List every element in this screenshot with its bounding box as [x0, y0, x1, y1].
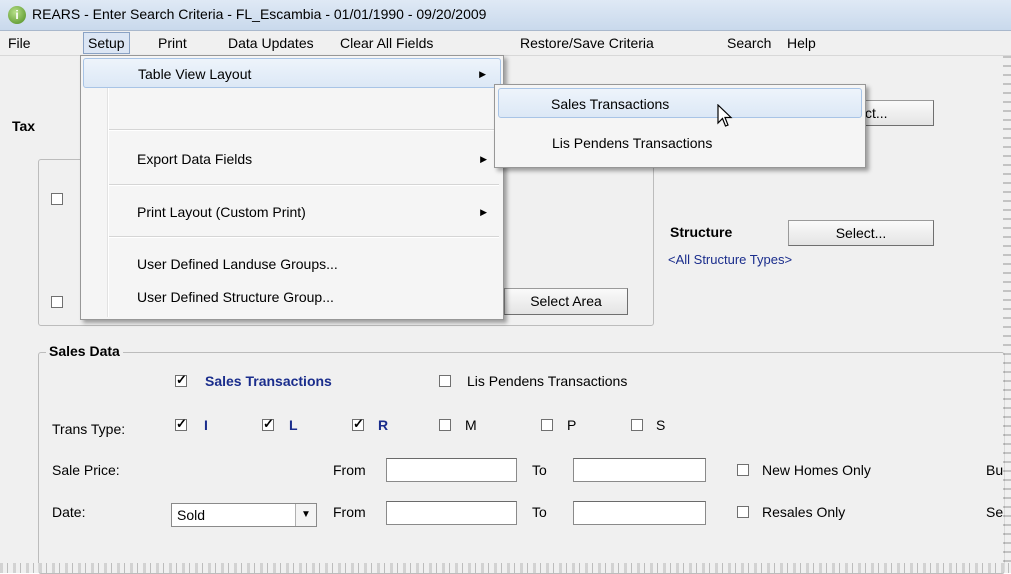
right-partial-label-1: Bu	[986, 462, 1004, 478]
torn-right-edge	[1003, 56, 1011, 563]
structure-value: <All Structure Types>	[668, 252, 793, 267]
right-partial-label-2: Se	[986, 504, 1004, 520]
resales-only-checkbox[interactable]	[737, 506, 749, 518]
menu-item-user-defined-landuse-groups[interactable]: User Defined Landuse Groups...	[83, 249, 501, 279]
trans-type-i-checkbox[interactable]	[175, 416, 187, 432]
location-checkbox-2[interactable]	[51, 296, 63, 308]
sale-price-to-input[interactable]	[573, 458, 706, 482]
submenu-item-lis-pendens-transactions[interactable]: Lis Pendens Transactions	[497, 128, 863, 158]
sale-price-from-label: From	[333, 462, 366, 478]
menu-print[interactable]: Print	[154, 34, 191, 52]
structure-label: Structure	[670, 224, 733, 240]
sale-price-from-input[interactable]	[386, 458, 517, 482]
menu-item-label: Print Layout (Custom Print)	[137, 204, 306, 220]
trans-type-r-label: R	[378, 417, 389, 433]
date-type-value: Sold	[177, 507, 206, 523]
trans-type-m-label: M	[465, 417, 477, 433]
menu-item-export-data-fields[interactable]: Export Data Fields ▶	[83, 144, 501, 174]
trans-type-l-label: L	[289, 417, 298, 433]
menu-item-user-defined-structure-group[interactable]: User Defined Structure Group...	[83, 282, 501, 312]
date-from-input[interactable]	[386, 501, 517, 525]
sale-price-label: Sale Price:	[52, 462, 120, 478]
menu-item-label: User Defined Structure Group...	[137, 289, 334, 305]
structure-select-button[interactable]: Select...	[788, 220, 934, 246]
menu-file[interactable]: File	[4, 34, 35, 52]
new-homes-only-label: New Homes Only	[762, 462, 871, 478]
menu-help[interactable]: Help	[783, 34, 820, 52]
submenu-arrow-icon: ▶	[479, 69, 486, 79]
submenu-item-sales-transactions[interactable]: Sales Transactions	[498, 88, 862, 118]
trans-type-l-checkbox[interactable]	[262, 416, 274, 432]
menu-clear-all-fields[interactable]: Clear All Fields	[336, 34, 437, 52]
sales-transactions-label: Sales Transactions	[205, 373, 332, 389]
menu-bar: File Setup Print Data Updates Clear All …	[0, 31, 1011, 56]
tax-label: Tax	[12, 118, 36, 134]
mouse-cursor-icon	[717, 104, 733, 127]
date-type-select[interactable]: Sold ▼	[171, 503, 317, 527]
info-icon: i	[8, 6, 26, 24]
menu-item-label: Export Data Fields	[137, 151, 253, 167]
table-view-submenu: Sales Transactions Lis Pendens Transacti…	[494, 84, 866, 168]
menu-item-label: Table View Layout	[138, 66, 252, 82]
menu-item-print-layout[interactable]: Print Layout (Custom Print) ▶	[83, 197, 501, 227]
lis-pendens-label: Lis Pendens Transactions	[467, 373, 628, 389]
trans-type-m-checkbox[interactable]	[439, 419, 451, 431]
menu-data-updates[interactable]: Data Updates	[224, 34, 318, 52]
date-from-label: From	[333, 504, 366, 520]
menu-item-label: User Defined Landuse Groups...	[137, 256, 338, 272]
menu-separator	[109, 129, 499, 131]
trans-type-i-label: I	[204, 417, 208, 433]
window-title: REARS - Enter Search Criteria - FL_Escam…	[32, 6, 487, 22]
date-to-label: To	[532, 504, 547, 520]
menu-search[interactable]: Search	[723, 34, 775, 52]
torn-bottom-edge	[0, 563, 1011, 573]
new-homes-only-checkbox[interactable]	[737, 464, 749, 476]
trans-type-s-label: S	[656, 417, 666, 433]
menu-separator	[109, 184, 499, 186]
submenu-arrow-icon: ▶	[480, 154, 487, 164]
menu-restore-save-criteria[interactable]: Restore/Save Criteria	[516, 34, 658, 52]
date-to-input[interactable]	[573, 501, 706, 525]
menu-item-table-view-layout[interactable]: Table View Layout ▶	[83, 58, 501, 88]
submenu-item-label: Lis Pendens Transactions	[552, 135, 713, 151]
trans-type-s-checkbox[interactable]	[631, 419, 643, 431]
menu-setup[interactable]: Setup	[83, 32, 130, 54]
chevron-down-icon[interactable]: ▼	[295, 504, 316, 526]
trans-type-r-checkbox[interactable]	[352, 416, 364, 432]
date-label: Date:	[52, 504, 86, 520]
trans-type-p-label: P	[567, 417, 577, 433]
sales-data-title: Sales Data	[46, 343, 123, 359]
title-bar: i REARS - Enter Search Criteria - FL_Esc…	[0, 0, 1011, 31]
select-area-button[interactable]: Select Area	[504, 288, 628, 315]
submenu-arrow-icon: ▶	[480, 207, 487, 217]
trans-type-label: Trans Type:	[52, 421, 126, 437]
submenu-item-label: Sales Transactions	[551, 96, 670, 112]
lis-pendens-checkbox[interactable]	[439, 375, 451, 387]
location-checkbox-1[interactable]	[51, 193, 63, 205]
setup-menu: Table View Layout ▶ Export Data Fields ▶…	[80, 55, 504, 320]
sale-price-to-label: To	[532, 462, 547, 478]
resales-only-label: Resales Only	[762, 504, 846, 520]
sales-transactions-checkbox[interactable]	[175, 372, 187, 388]
trans-type-p-checkbox[interactable]	[541, 419, 553, 431]
menu-separator	[109, 236, 499, 238]
